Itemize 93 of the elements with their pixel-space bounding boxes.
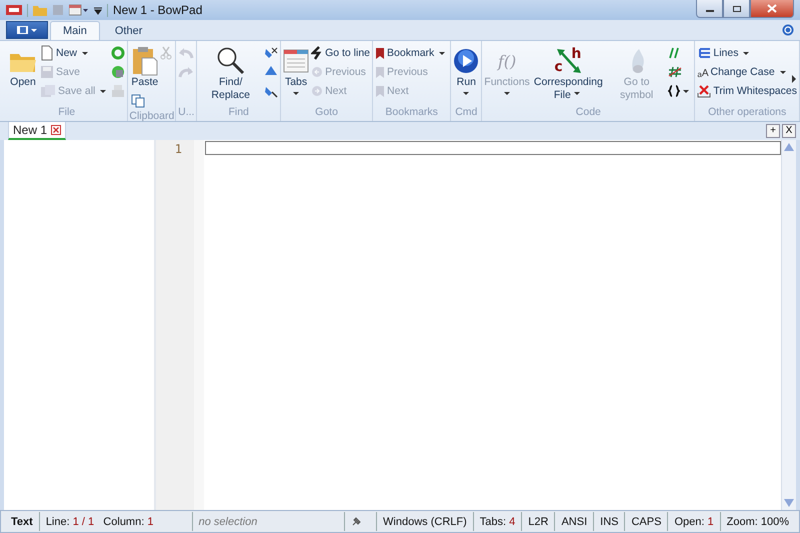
tab-bar-button[interactable]: X [782,124,796,138]
caret-icon [463,92,470,95]
bookmark-up-icon [375,66,386,78]
copy-icon [131,94,146,108]
jump-icon [311,46,324,60]
redo-icon [178,66,194,78]
ribbon-button[interactable]: Open [7,44,39,91]
caret-icon [574,92,580,95]
ribbon-button[interactable]: c h Corresponding File [530,44,606,104]
comment-icon [668,47,680,59]
caret-icon [439,52,446,54]
ribbon-button[interactable]: Find/ Replace [198,44,264,104]
status-field: Windows (CRLF) [377,512,474,531]
find-next-icon [264,46,278,60]
close-icon [767,4,777,13]
save-copy-icon [111,65,126,79]
group-label: File [58,106,76,120]
group-label: Bookmarks [385,106,438,120]
group-label: Clipboard [129,110,174,124]
scissors-icon [160,46,172,60]
double-arrow-icon [554,49,582,76]
ribbon-button[interactable]: Run [452,44,480,100]
plug-icon [351,516,362,526]
group-label: Goto [315,106,338,120]
letter-glyph: c [554,60,563,74]
ribbon-button[interactable]: Go to line [310,44,372,62]
group-label: U... [178,106,194,120]
search-icon [216,46,246,76]
caret-icon [82,52,88,54]
letter-glyph: h [571,47,582,61]
scroll-right-icon[interactable] [791,75,797,83]
group-label: Code [576,106,601,120]
disks-icon [40,84,56,98]
app-icon [6,4,22,16]
line-number: 1 [174,142,182,156]
minimize-button[interactable] [696,0,723,18]
caret-icon [780,70,786,74]
window-dropdown-icon[interactable] [69,4,89,16]
ribbon-button[interactable]: New [39,44,110,62]
ribbon-button[interactable]: Trim Whitespaces [696,82,798,100]
document-icon [40,45,54,61]
close-button[interactable] [750,0,794,18]
letter-case-glyph: aA [697,66,708,78]
status-mode: Text [5,512,40,531]
ribbon-button[interactable]: Lines [696,44,798,62]
reload-icon [111,46,126,60]
find-files-icon [264,84,278,98]
maximize-icon [732,4,742,12]
document-tab[interactable]: New 1 [8,121,66,140]
group-label: Other operations [708,106,786,120]
forward-icon [311,85,324,97]
status-position: Line: 1 / 1 Column: 1 [40,512,193,531]
help-icon[interactable] [782,24,794,36]
caret-icon [504,92,510,95]
status-field: CAPS [625,512,668,531]
braces-icon [668,85,680,97]
maximize-button[interactable] [723,0,750,18]
play-icon [453,46,480,76]
ribbon-tab[interactable]: Main [50,21,100,40]
back-icon [311,66,324,78]
status-field: ANSI [555,512,594,531]
window-title: New 1 - BowPad [113,3,202,17]
tab-bar-button[interactable]: + [766,124,780,138]
bookmark-icon [375,46,386,60]
uncomment-icon [668,66,682,78]
close-tab-icon[interactable] [51,125,62,135]
status-field: L2R [522,512,556,531]
group-label: Cmd [455,106,478,120]
ribbon-button[interactable]: Tabs [282,44,310,100]
tab-title: New 1 [13,123,48,137]
printer-icon [111,84,126,98]
app-menu-button[interactable] [6,21,48,39]
lines-icon [697,47,712,59]
ribbon-button[interactable]: Bookmark [374,44,450,62]
status-field: Open: 1 [668,512,721,531]
caret-icon [100,90,106,92]
menu-icon [16,25,38,35]
clipboard-icon [132,46,158,76]
caret-icon [743,52,750,54]
status-field: Zoom: 100% [720,512,795,531]
function-glyph: f() [498,52,516,70]
status-field: Tabs: 4 [474,512,522,531]
ribbon-button[interactable]: Paste [130,44,160,91]
ribbon-tab[interactable]: Other [102,21,156,40]
caret-icon [683,90,690,92]
group-label: Find [228,106,249,120]
customize-icon[interactable] [94,5,102,15]
bookmark-down-icon [375,84,386,98]
status-field: INS [594,512,626,531]
undo-icon [178,47,194,59]
trim-icon [697,84,712,98]
caret-icon [293,92,300,95]
status-selection: no selection [192,512,346,531]
